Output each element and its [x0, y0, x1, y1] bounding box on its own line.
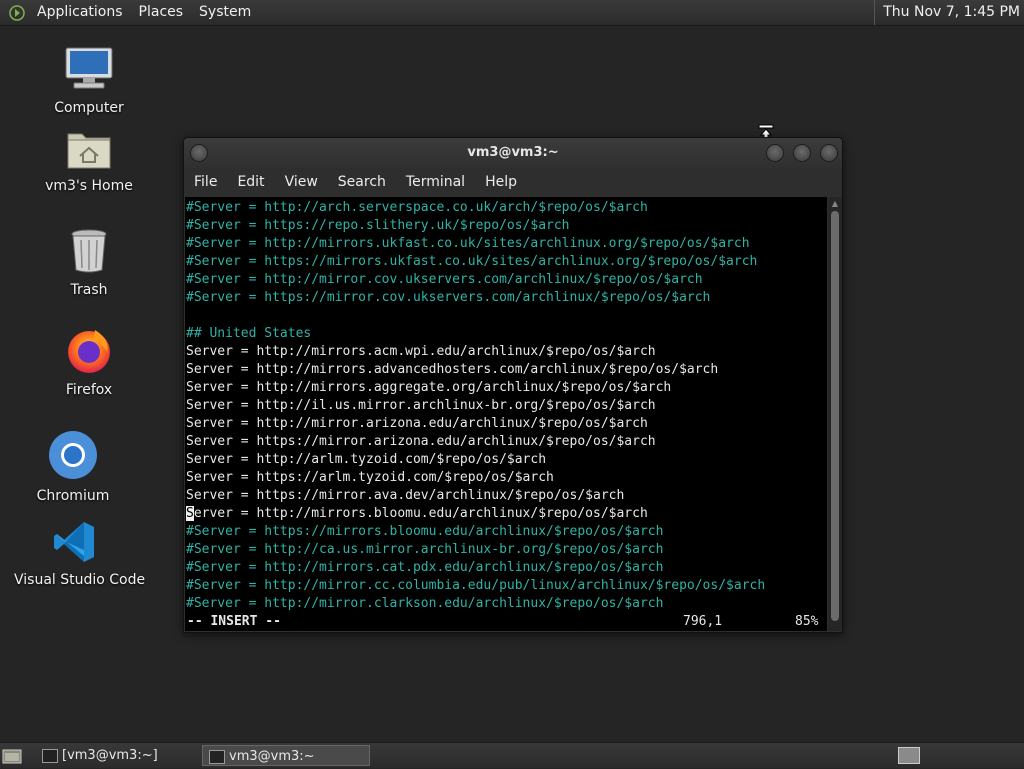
terminal-line: ## United States — [186, 326, 312, 341]
distro-logo-icon[interactable] — [9, 4, 25, 21]
terminal-icon — [209, 750, 225, 764]
desktop-icon-label: Trash — [70, 282, 108, 298]
vim-mode-indicator: -- INSERT -- — [187, 614, 281, 629]
terminal-line: Server = http://mirror.arizona.edu/archl… — [186, 416, 648, 431]
maximize-button[interactable] — [793, 144, 811, 162]
terminal-line: Server = https://mirror.arizona.edu/arch… — [186, 434, 656, 449]
show-desktop-icon[interactable] — [2, 747, 22, 765]
terminal-menubar: File Edit View Search Terminal Help — [184, 168, 842, 196]
minimize-button[interactable] — [766, 144, 784, 162]
bottom-panel: [vm3@vm3:~] vm3@vm3:~ — [0, 742, 1024, 768]
terminal-scrollbar[interactable]: ▲ — [828, 197, 842, 631]
top-panel: Applications Places System Thu Nov 7, 1:… — [0, 0, 1024, 26]
terminal-icon — [42, 749, 58, 763]
taskbar-item-label: vm3@vm3:~ — [229, 749, 315, 764]
desktop-icon-home[interactable]: vm3's Home — [44, 128, 134, 194]
text-cursor: S — [186, 506, 194, 521]
desktop-icon-label: Visual Studio Code — [14, 572, 146, 588]
desktop-icon-label: vm3's Home — [45, 178, 133, 194]
desktop-icon-chromium[interactable]: Chromium — [36, 430, 110, 504]
clock[interactable]: Thu Nov 7, 1:45 PM — [874, 0, 1024, 25]
terminal-line: Server = https://arlm.tyzoid.com/$repo/o… — [186, 470, 554, 485]
terminal-line: #Server = http://mirrors.cat.pdx.edu/arc… — [186, 560, 664, 575]
desktop-icon-label: Chromium — [36, 488, 110, 504]
menu-help[interactable]: Help — [475, 174, 527, 190]
terminal-line: #Server = https://mirrors.ukfast.co.uk/s… — [186, 254, 758, 269]
terminal-line: Server = http://mirrors.acm.wpi.edu/arch… — [186, 344, 656, 359]
terminal-line: Server = http://il.us.mirror.archlinux-b… — [186, 398, 656, 413]
terminal-line: #Server = http://ca.us.mirror.archlinux-… — [186, 542, 664, 557]
scrollbar-thumb[interactable] — [831, 211, 839, 621]
scroll-percent: 85% — [795, 614, 819, 629]
desktop-icon-computer[interactable]: Computer — [50, 46, 128, 116]
desktop-icon-vscode[interactable]: Visual Studio Code — [14, 520, 146, 588]
chromium-icon — [36, 430, 110, 484]
desktop-icon-label: Firefox — [65, 382, 113, 398]
menu-terminal[interactable]: Terminal — [396, 174, 475, 190]
terminal-line: Server = http://mirrors.advancedhosters.… — [186, 362, 719, 377]
terminal-line: #Server = http://mirror.cov.ukservers.co… — [186, 272, 703, 287]
menu-search[interactable]: Search — [328, 174, 396, 190]
menu-edit[interactable]: Edit — [227, 174, 274, 190]
terminal-text-area[interactable]: #Server = http://arch.serverspace.co.uk/… — [185, 197, 827, 631]
firefox-icon — [56, 326, 122, 378]
cursor-position: 796,1 — [683, 614, 723, 629]
terminal-line: #Server = http://mirror.clarkson.edu/arc… — [186, 596, 664, 611]
desktop-icon-label: Computer — [54, 100, 124, 116]
close-button[interactable] — [820, 144, 838, 162]
desktop-icon-firefox[interactable]: Firefox — [56, 326, 122, 398]
terminal-line: Server = http://arlm.tyzoid.com/$repo/os… — [186, 452, 547, 467]
terminal-line: #Server = http://mirrors.ukfast.co.uk/si… — [186, 236, 750, 251]
taskbar-item-label: [vm3@vm3:~] — [62, 748, 158, 763]
vim-status-line: -- INSERT -- 796,1 85% — [186, 613, 826, 631]
terminal-line: #Server = https://mirror.cov.ukservers.c… — [186, 290, 711, 305]
window-title: vm3@vm3:~ — [467, 145, 559, 160]
terminal-line: #Server = http://arch.serverspace.co.uk/… — [186, 200, 648, 215]
desktop-icon-trash[interactable]: Trash — [56, 228, 122, 298]
scroll-up-arrow-icon[interactable]: ▲ — [830, 199, 840, 209]
terminal-line: Server = http://mirrors.bloomu.edu/archl… — [186, 506, 648, 521]
taskbar-item-active[interactable]: vm3@vm3:~ — [202, 745, 370, 766]
menu-file[interactable]: File — [184, 174, 227, 190]
system-menu[interactable]: System — [191, 0, 259, 25]
applications-menu[interactable]: Applications — [29, 0, 131, 25]
trash-icon — [56, 228, 122, 278]
terminal-line: Server = http://mirrors.aggregate.org/ar… — [186, 380, 672, 395]
terminal-window[interactable]: vm3@vm3:~ File Edit View Search Terminal… — [183, 137, 843, 633]
terminal-line: #Server = http://mirror.cc.columbia.edu/… — [186, 578, 766, 593]
vscode-icon — [14, 520, 134, 568]
places-menu[interactable]: Places — [131, 0, 192, 25]
home-folder-icon — [44, 128, 134, 174]
menu-view[interactable]: View — [275, 174, 328, 190]
terminal-line: #Server = https://mirrors.bloomu.edu/arc… — [186, 524, 664, 539]
computer-icon — [50, 46, 128, 96]
taskbar-item[interactable]: [vm3@vm3:~] — [36, 745, 200, 766]
workspace-switcher[interactable] — [898, 747, 920, 764]
terminal-line: Server = https://mirror.ava.dev/archlinu… — [186, 488, 625, 503]
terminal-line: #Server = https://repo.slithery.uk/$repo… — [186, 218, 570, 233]
window-titlebar[interactable]: vm3@vm3:~ — [184, 138, 842, 168]
